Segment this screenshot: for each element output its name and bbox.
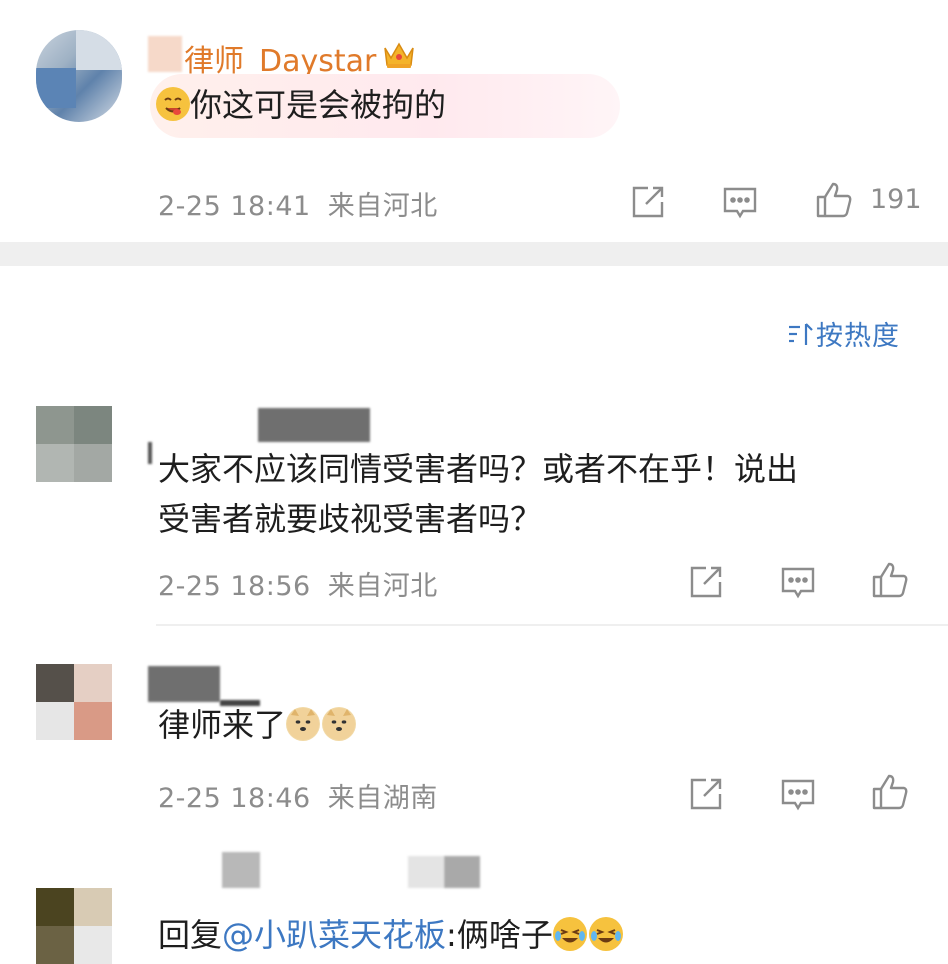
comment-meta: 2-25 18:46 来自湖南 (158, 776, 438, 815)
comment-location: 来自河北 (327, 571, 438, 602)
username-redaction (222, 852, 260, 888)
comment-location: 来自湖南 (327, 783, 438, 814)
username-redaction (148, 36, 182, 72)
reply-prefix: 回复 (158, 916, 223, 954)
username-redaction (148, 442, 152, 464)
avatar[interactable] (36, 30, 122, 122)
share-icon[interactable] (686, 562, 726, 602)
username-redaction (258, 408, 370, 442)
avatar[interactable] (36, 664, 112, 740)
username-redaction (148, 666, 220, 702)
comment-content: 回复@小趴菜天花板:俩啥子 (158, 910, 623, 960)
comment-meta: 2-25 18:41 来自河北 (158, 184, 438, 223)
comment-text: 你这可是会被拘的 (190, 86, 447, 124)
sort-icon (786, 319, 816, 349)
comment-text-line: 大家不应该同情受害者吗？或者不在乎！说出 (158, 450, 799, 488)
comment-text: :俩啥子 (446, 916, 553, 954)
comment-icon[interactable] (778, 774, 818, 814)
like-icon[interactable] (870, 560, 910, 600)
comment-time: 2-25 18:56 (158, 571, 311, 602)
comment-divider (156, 624, 948, 626)
doge-icon (322, 707, 357, 741)
comment-icon[interactable] (778, 562, 818, 602)
crown-icon (382, 38, 416, 70)
share-icon[interactable] (686, 774, 726, 814)
mention-link[interactable]: @小趴菜天花板 (222, 916, 446, 954)
comment-time: 2-25 18:46 (158, 783, 311, 814)
section-divider (0, 242, 948, 266)
doge-icon (286, 707, 321, 741)
username-redaction (444, 856, 480, 888)
comment-content: 律师来了 (158, 700, 357, 750)
sort-button[interactable]: 按热度 (786, 314, 900, 352)
comment-text-line: 受害者就要歧视受害者吗？ (158, 500, 543, 538)
comment-time: 2-25 18:41 (158, 191, 311, 222)
comment-content: 你这可是会被拘的 (156, 80, 446, 130)
username-redaction (408, 856, 444, 888)
comment-location: 来自河北 (327, 191, 438, 222)
comment-icon[interactable] (720, 182, 760, 222)
sort-label: 按热度 (816, 321, 900, 352)
like-count: 191 (870, 184, 922, 215)
avatar[interactable] (36, 406, 112, 482)
avatar[interactable] (36, 888, 112, 964)
like-icon[interactable] (814, 180, 854, 220)
comment-content: 大家不应该同情受害者吗？或者不在乎！说出 受害者就要歧视受害者吗？ (158, 444, 798, 544)
comment-text: 律师来了 (158, 706, 287, 744)
comment-meta: 2-25 18:56 来自河北 (158, 564, 438, 603)
share-icon[interactable] (628, 182, 668, 222)
like-icon[interactable] (870, 772, 910, 812)
yum-face-icon (156, 87, 190, 121)
